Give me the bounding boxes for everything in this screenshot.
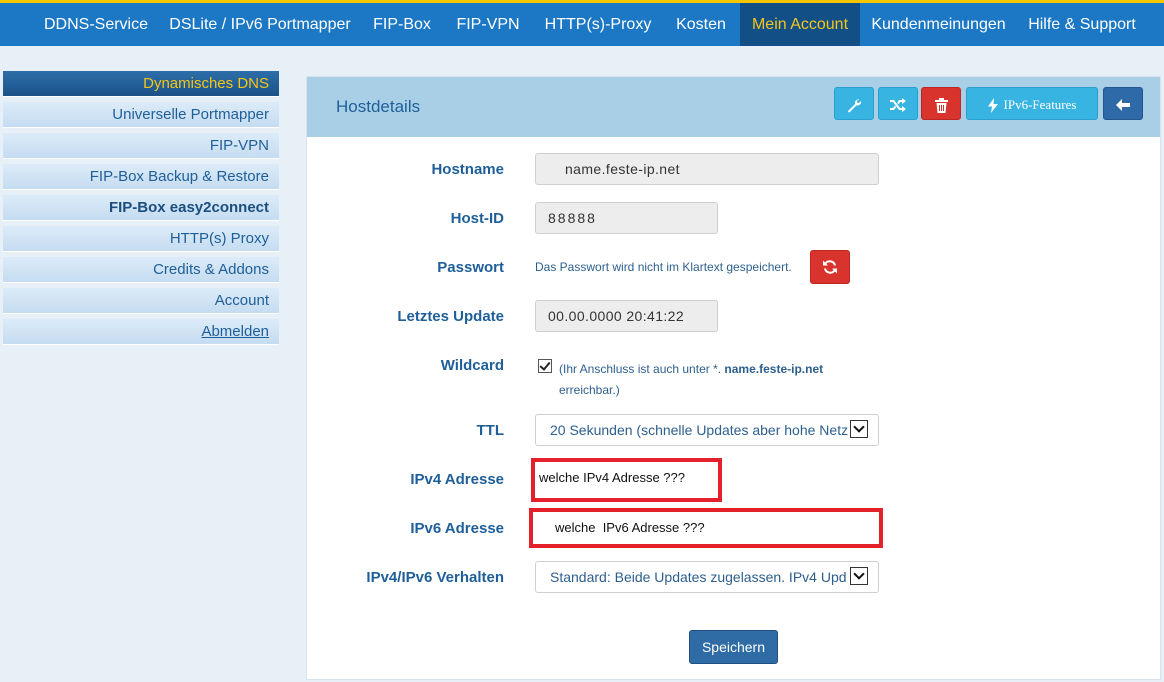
sidebar-item-dynamisches-dns[interactable]: Dynamisches DNS	[3, 71, 279, 97]
chevron-down-icon	[850, 567, 868, 585]
nav-dslite-portmapper[interactable]: DSLite / IPv6 Portmapper	[160, 3, 360, 46]
hostname-field: name.feste-ip.net	[535, 153, 879, 185]
last-update-field: 00.00.0000 20:41:22	[535, 300, 718, 332]
hostid-label: Host-ID	[450, 210, 504, 227]
nav-fip-box[interactable]: FIP-Box	[361, 3, 443, 46]
ttl-label: TTL	[476, 422, 505, 439]
ipv6-label: IPv6 Adresse	[410, 520, 504, 537]
save-button[interactable]: Speichern	[689, 630, 778, 664]
nav-fip-vpn[interactable]: FIP-VPN	[444, 3, 532, 46]
wildcard-text-before: (Ihr Anschluss ist auch unter *.	[559, 362, 722, 376]
ipv4-input[interactable]: welche IPv4 Adresse ???	[531, 458, 722, 502]
behaviour-value: Standard: Beide Updates zugelassen. IPv4…	[550, 569, 847, 585]
ttl-select[interactable]: 20 Sekunden (schnelle Updates aber hohe …	[535, 414, 879, 446]
page-title: Hostdetails	[336, 97, 421, 116]
ipv6-features-label: IPv6-Features	[1003, 97, 1077, 112]
ipv6-input[interactable]: welche IPv6 Adresse ???	[529, 508, 883, 548]
sidebar-item-label: FIP-VPN	[209, 137, 269, 154]
sidebar-item-label: Dynamisches DNS	[143, 75, 269, 92]
shuffle-button[interactable]	[878, 87, 918, 120]
wildcard-help: (Ihr Anschluss ist auch unter *. name.fe…	[559, 359, 859, 401]
nav-https-proxy[interactable]: HTTP(s)-Proxy	[534, 3, 662, 46]
nav-hilfe-support[interactable]: Hilfe & Support	[1017, 3, 1147, 46]
ipv4-label: IPv4 Adresse	[410, 471, 504, 488]
sidebar-item-label: Account	[214, 292, 269, 309]
sidebar-item-label: Abmelden	[201, 323, 269, 340]
hostid-field: 88888	[535, 202, 718, 234]
wildcard-host: name.feste-ip.net	[724, 362, 824, 376]
nav-kosten[interactable]: Kosten	[663, 3, 739, 46]
chevron-down-icon	[850, 420, 868, 438]
delete-button[interactable]	[921, 87, 961, 120]
behaviour-select[interactable]: Standard: Beide Updates zugelassen. IPv4…	[535, 561, 879, 593]
nav-kundenmeinungen[interactable]: Kundenmeinungen	[861, 3, 1016, 46]
wrench-icon	[846, 97, 862, 113]
refresh-icon	[822, 259, 838, 275]
ipv6-features-button[interactable]: IPv6-Features	[966, 87, 1098, 120]
back-button[interactable]	[1103, 87, 1143, 120]
sidebar-item-label: Credits & Addons	[153, 261, 269, 278]
bolt-icon	[987, 97, 998, 113]
nav-ddns-service[interactable]: DDNS-Service	[33, 3, 159, 46]
arrow-left-icon	[1116, 99, 1130, 112]
ttl-value: 20 Sekunden (schnelle Updates aber hohe …	[550, 422, 849, 438]
password-note: Das Passwort wird nicht im Klartext gesp…	[535, 260, 792, 274]
trash-icon	[934, 97, 948, 113]
sidebar-item-https-proxy[interactable]: HTTP(s) Proxy	[3, 226, 279, 252]
nav-mein-account[interactable]: Mein Account	[740, 3, 860, 46]
sidebar-item-backup-restore[interactable]: FIP-Box Backup & Restore	[3, 164, 279, 190]
panel-header: Hostdetails IPv6-Features	[307, 77, 1160, 137]
sidebar-item-label: HTTP(s) Proxy	[169, 230, 269, 247]
ipv4-value: welche IPv4 Adresse ???	[539, 470, 685, 485]
behaviour-label: IPv4/IPv6 Verhalten	[366, 569, 504, 586]
hostname-label: Hostname	[431, 161, 504, 178]
settings-button[interactable]	[834, 87, 874, 120]
sidebar-item-label: Universelle Portmapper	[112, 106, 269, 123]
sidebar-item-fip-vpn[interactable]: FIP-VPN	[3, 133, 279, 159]
sidebar-item-credits-addons[interactable]: Credits & Addons	[3, 257, 279, 283]
sidebar-item-label: FIP-Box Backup & Restore	[89, 168, 269, 185]
sidebar-item-easy2connect[interactable]: FIP-Box easy2connect	[3, 195, 279, 221]
ipv6-value: welche IPv6 Adresse ???	[555, 520, 705, 535]
top-navigation: DDNS-Service DSLite / IPv6 Portmapper FI…	[0, 0, 1164, 46]
wildcard-checkbox[interactable]	[538, 359, 552, 373]
wildcard-label: Wildcard	[440, 357, 504, 374]
last-update-label: Letztes Update	[397, 308, 504, 325]
shuffle-icon	[889, 98, 907, 113]
password-label: Passwort	[437, 259, 504, 276]
sidebar-item-universelle-portmapper[interactable]: Universelle Portmapper	[3, 102, 279, 128]
sidebar-item-label: FIP-Box easy2connect	[108, 199, 269, 216]
sidebar-item-account[interactable]: Account	[3, 288, 279, 314]
regenerate-password-button[interactable]	[810, 250, 850, 284]
wildcard-text-after: erreichbar.)	[559, 383, 620, 397]
sidebar-item-abmelden[interactable]: Abmelden	[3, 319, 279, 345]
